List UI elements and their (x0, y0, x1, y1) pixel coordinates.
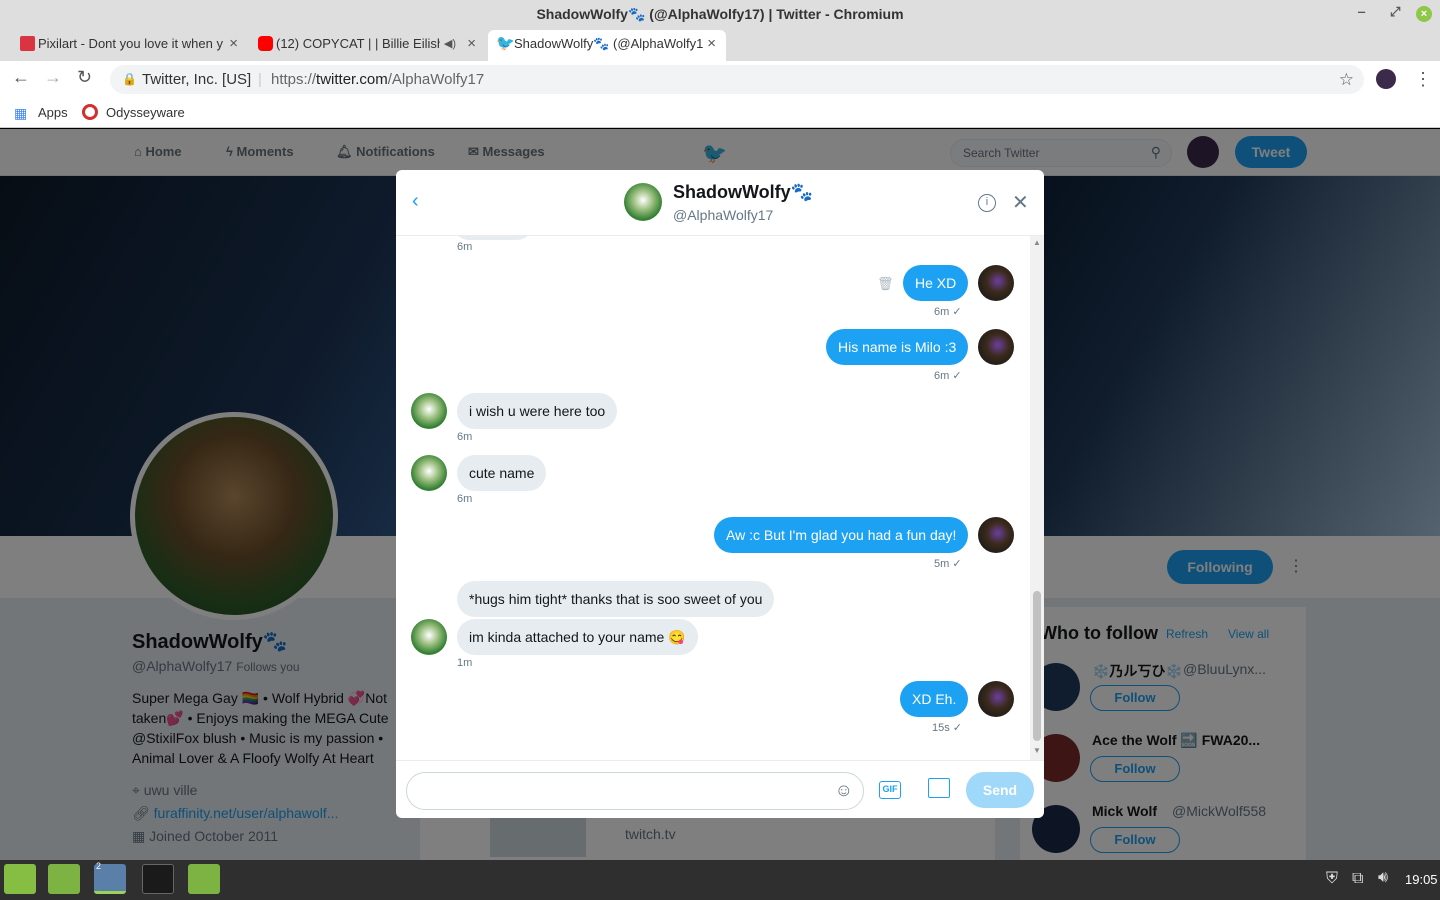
url-text[interactable]: https://twitter.com/AlphaWolfy17 (271, 65, 484, 94)
tab-label: (12) COPYCAT | | Billie Eilish (276, 36, 445, 51)
message-time: 5m ✓ (934, 558, 962, 570)
window-title: ShadowWolfy🐾 (@AlphaWolfy17) | Twitter -… (536, 5, 904, 22)
info-icon[interactable]: i (978, 194, 996, 212)
folder-icon[interactable] (48, 864, 80, 894)
tab-label: Pixilart - Dont you love it when y (38, 36, 223, 51)
security-label: Twitter, Inc. [US] (142, 71, 252, 88)
bookmark-apps[interactable]: Apps (38, 105, 68, 120)
menu-kebab-icon[interactable]: ⋮ (1414, 69, 1432, 90)
message-time: 6m (457, 493, 473, 505)
scroll-up-icon[interactable]: ▲ (1033, 238, 1041, 247)
close-tab-icon[interactable]: × (707, 30, 716, 58)
avatar[interactable] (978, 265, 1014, 301)
lock-icon: 🔒 (122, 72, 137, 86)
url-path: /AlphaWolfy17 (387, 71, 485, 88)
close-icon[interactable]: ✕ (1012, 190, 1029, 215)
window-count-badge: 2 (96, 861, 102, 871)
avatar[interactable] (978, 681, 1014, 717)
back-chevron-icon[interactable]: ‹ (412, 190, 419, 213)
tab-strip: Pixilart - Dont you love it when y × (12… (0, 28, 1440, 80)
address-bar[interactable]: 🔒 Twitter, Inc. [US] | https://twitter.c… (110, 65, 1364, 94)
avatar[interactable] (411, 455, 447, 491)
tab-pixilart[interactable]: Pixilart - Dont you love it when y × (12, 30, 248, 61)
message-bubble[interactable]: cute name (457, 455, 547, 491)
browser-toolbar: ← → ↻ 🔒 Twitter, Inc. [US] | https://twi… (0, 61, 1440, 98)
avatar[interactable] (411, 393, 447, 429)
message-composer: ☺ GIF Send (396, 760, 1044, 818)
image-icon[interactable] (928, 778, 950, 798)
mint-menu-icon[interactable] (4, 864, 36, 894)
avatar[interactable] (978, 329, 1014, 365)
minimize-icon[interactable]: ‒ (1358, 4, 1365, 19)
scrollbar-thumb[interactable] (1033, 591, 1041, 741)
message-bubble[interactable]: His name is Milo :3 (826, 329, 969, 365)
taskbar: 2 ⛨ ⧉ 🔊︎ 19:05 (0, 860, 1440, 900)
scrollbar[interactable]: ▲ ▼ (1030, 236, 1044, 760)
bookmark-odysseyware[interactable]: Odysseyware (106, 105, 185, 120)
tab-youtube[interactable]: (12) COPYCAT | | Billie Eilish ◀) × (250, 30, 486, 61)
message-time: 15s ✓ (932, 722, 963, 734)
close-tab-icon[interactable]: × (229, 30, 238, 58)
bookmarks-bar: ▦ Apps Odysseyware (0, 98, 1440, 128)
message-time: 6m (457, 431, 473, 443)
tab-label: ShadowWolfy🐾 (@AlphaWolfy1 (514, 36, 704, 51)
audio-playing-icon[interactable]: ◀) (439, 30, 456, 58)
message-bubble[interactable]: XD Eh. (900, 681, 969, 717)
message-bubble[interactable]: im kinda attached to your name 😋 (457, 619, 698, 655)
message-time: 6m ✓ (934, 306, 962, 318)
pixilart-favicon-icon (20, 36, 35, 51)
scroll-down-icon[interactable]: ▼ (1033, 746, 1041, 755)
message-bubble[interactable]: He XD (903, 265, 969, 301)
files-icon[interactable] (188, 864, 220, 894)
conversation: 6m 🗑︎ He XD 6m ✓ His name is Milo :3 6m … (396, 236, 1030, 760)
message-bubble-partial (453, 236, 533, 240)
close-window-icon[interactable]: × (1416, 6, 1432, 22)
apps-grid-icon: ▦ (14, 105, 27, 121)
gif-icon[interactable]: GIF (879, 781, 901, 799)
youtube-favicon-icon (258, 36, 273, 51)
url-scheme: https:// (271, 71, 317, 88)
window-titlebar: ShadowWolfy🐾 (@AlphaWolfy17) | Twitter -… (0, 0, 1440, 28)
emoji-icon[interactable]: ☺ (835, 780, 853, 801)
avatar[interactable] (624, 183, 662, 221)
avatar[interactable] (978, 517, 1014, 553)
close-tab-icon[interactable]: × (467, 30, 476, 58)
terminal-icon[interactable] (142, 864, 174, 894)
volume-icon[interactable]: 🔊︎ (1378, 869, 1388, 887)
message-bubble[interactable]: *hugs him tight* thanks that is soo swee… (457, 581, 775, 617)
forward-icon[interactable]: → (44, 67, 62, 88)
twitter-favicon-icon: 🐦 (496, 35, 515, 52)
network-icon[interactable]: ⧉ (1352, 870, 1363, 888)
message-time: 1m (457, 657, 473, 669)
tab-twitter[interactable]: 🐦 ShadowWolfy🐾 (@AlphaWolfy1 × (488, 30, 726, 61)
message-input[interactable]: ☺ (406, 772, 864, 810)
odysseyware-icon (82, 104, 98, 120)
message-bubble[interactable]: i wish u were here too (457, 393, 618, 429)
bookmark-star-icon[interactable]: ☆ (1339, 65, 1354, 94)
dm-header: ‹ ShadowWolfy🐾 @AlphaWolfy17 i ✕ (396, 170, 1044, 236)
dm-handle[interactable]: @AlphaWolfy17 (673, 207, 773, 223)
message-time: 6m ✓ (934, 370, 962, 382)
message-bubble[interactable]: Aw :c But I'm glad you had a fun day! (714, 517, 969, 553)
clock[interactable]: 19:05 (1405, 872, 1438, 887)
avatar[interactable] (411, 619, 447, 655)
back-icon[interactable]: ← (12, 67, 30, 88)
reload-icon[interactable]: ↻ (77, 67, 92, 88)
maximize-icon[interactable]: ⤢ (1390, 4, 1400, 20)
dm-name[interactable]: ShadowWolfy🐾 (673, 182, 813, 203)
dm-dialog: ‹ ShadowWolfy🐾 @AlphaWolfy17 i ✕ 6m 🗑︎ H… (396, 170, 1044, 818)
trash-icon[interactable]: 🗑︎ (877, 276, 894, 292)
send-button[interactable]: Send (966, 772, 1034, 808)
url-host: twitter.com (316, 71, 388, 88)
profile-avatar-icon[interactable] (1376, 69, 1396, 89)
message-time: 6m (457, 241, 473, 253)
shield-icon[interactable]: ⛨ (1326, 870, 1338, 888)
